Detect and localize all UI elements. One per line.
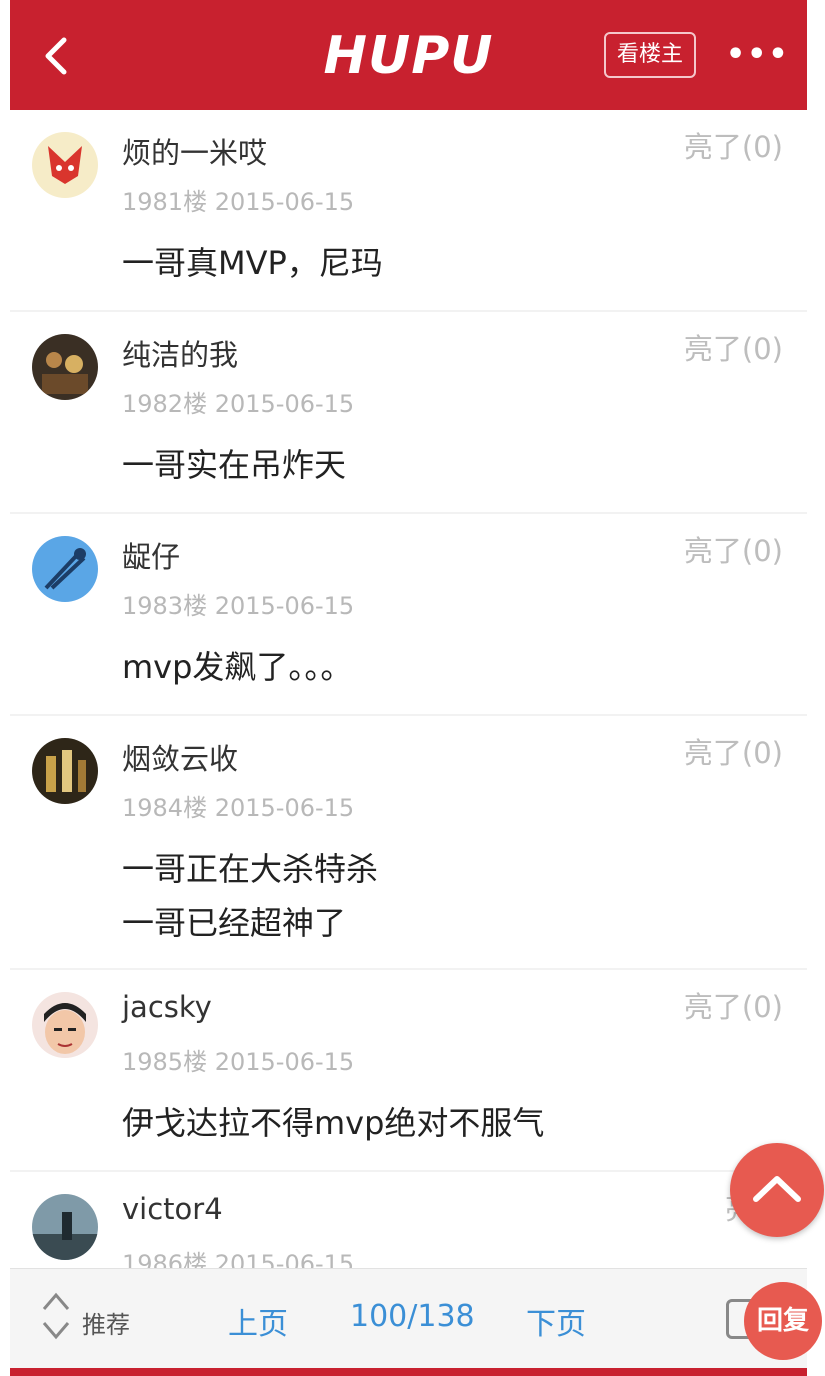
avatar[interactable]: [32, 992, 98, 1058]
chevron-up-icon: [753, 1176, 801, 1202]
avatar[interactable]: [32, 738, 98, 804]
scroll-top-button[interactable]: [730, 1143, 824, 1237]
floor-date: 1985楼 2015-06-15: [122, 1048, 355, 1076]
avatar[interactable]: [32, 132, 98, 198]
reply-fab-button[interactable]: 回复: [744, 1282, 822, 1360]
content-line: 一哥已经超神了: [122, 904, 347, 942]
page-indicator[interactable]: 100/138: [350, 1299, 475, 1334]
reply-item: 烦的一米哎 1981楼 2015-06-15 亮了(0) 一哥真MVP，尼玛: [10, 110, 807, 310]
avatar[interactable]: [32, 334, 98, 400]
reply-content: mvp发飙了。。。: [122, 640, 352, 694]
username[interactable]: 纯洁的我: [122, 332, 238, 374]
like-count[interactable]: 亮了(0): [684, 528, 783, 570]
username[interactable]: jacsky: [122, 990, 212, 1024]
recommend-label: 推荐: [82, 1311, 130, 1339]
username[interactable]: 龊仔: [122, 534, 180, 576]
bottom-accent-line: [10, 1368, 807, 1376]
reply-list: 烦的一米哎 1981楼 2015-06-15 亮了(0) 一哥真MVP，尼玛 纯…: [10, 110, 807, 1304]
prev-page-button[interactable]: 上页: [228, 1299, 288, 1343]
reply-content: 伊戈达拉不得mvp绝对不服气: [122, 1096, 544, 1150]
like-count[interactable]: 亮了(0): [684, 326, 783, 368]
avatar[interactable]: [32, 1194, 98, 1260]
bottom-bar: 推荐 上页 100/138 下页: [10, 1268, 807, 1369]
like-count[interactable]: 亮了(0): [684, 124, 783, 166]
content-line: 一哥真MVP，尼玛: [122, 244, 383, 282]
content-line: 一哥实在吊炸天: [122, 446, 347, 484]
floor-date: 1983楼 2015-06-15: [122, 592, 355, 620]
top-bar: HUPU 看楼主 •••: [10, 0, 807, 110]
app-frame: HUPU 看楼主 ••• 烦的一米哎 1981楼 2015-06-15 亮了(0…: [10, 0, 807, 1376]
next-page-button[interactable]: 下页: [526, 1299, 586, 1343]
more-dots-icon[interactable]: •••: [726, 40, 788, 70]
reply-item: 烟敛云收 1984楼 2015-06-15 亮了(0) 一哥正在大杀特杀 一哥已…: [10, 716, 807, 968]
up-down-arrows-icon: [42, 1292, 70, 1340]
reply-content: 一哥真MVP，尼玛: [122, 236, 383, 290]
reply-content: 一哥实在吊炸天: [122, 438, 346, 492]
content-line: mvp发飙了。。。: [122, 648, 353, 686]
reply-item: jacsky 1985楼 2015-06-15 亮了(0) 伊戈达拉不得mvp绝…: [10, 970, 807, 1170]
reply-item: 龊仔 1983楼 2015-06-15 亮了(0) mvp发飙了。。。: [10, 514, 807, 714]
like-count[interactable]: 亮了(0): [684, 984, 783, 1026]
reply-item: 纯洁的我 1982楼 2015-06-15 亮了(0) 一哥实在吊炸天: [10, 312, 807, 512]
like-count[interactable]: 亮了(0): [684, 730, 783, 772]
username[interactable]: 烟敛云收: [122, 736, 238, 778]
username[interactable]: victor4: [122, 1192, 223, 1226]
floor-date: 1984楼 2015-06-15: [122, 794, 355, 822]
only-op-button[interactable]: 看楼主: [604, 32, 696, 78]
content-line: 伊戈达拉不得mvp绝对不服气: [122, 1104, 545, 1142]
floor-date: 1982楼 2015-06-15: [122, 390, 355, 418]
username[interactable]: 烦的一米哎: [122, 130, 267, 172]
content-line: 一哥正在大杀特杀: [122, 850, 379, 888]
floor-date: 1981楼 2015-06-15: [122, 188, 355, 216]
avatar[interactable]: [32, 536, 98, 602]
reply-content: 一哥正在大杀特杀 一哥已经超神了: [122, 842, 378, 950]
